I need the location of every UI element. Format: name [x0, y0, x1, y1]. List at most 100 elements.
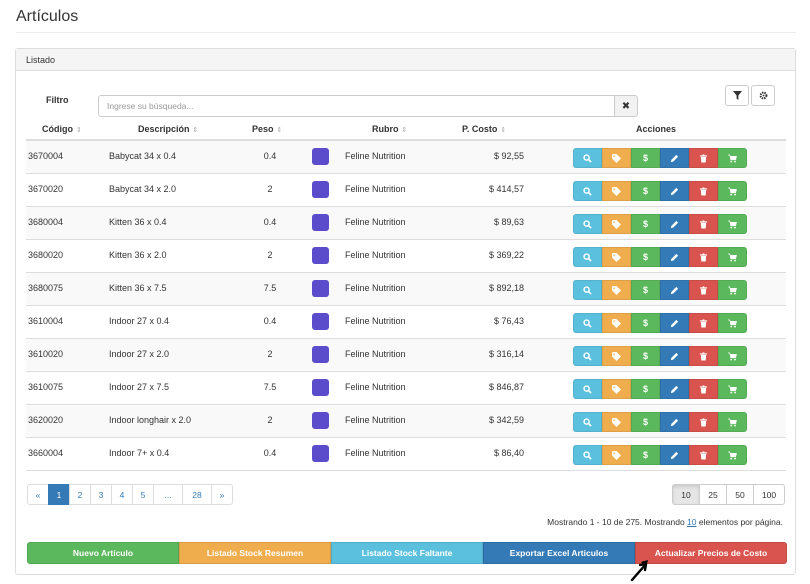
- column-header-rubro[interactable]: Rubro ⇕: [372, 124, 407, 134]
- articles-panel: Listado Filtro ✖ Código⇕ Descripción⇕ Pe…: [15, 48, 796, 575]
- trash-button[interactable]: [689, 379, 718, 399]
- page-size-option[interactable]: 10: [672, 484, 700, 505]
- search-button[interactable]: [573, 346, 602, 366]
- pencil-button[interactable]: [660, 445, 689, 465]
- cart-icon: [728, 187, 737, 196]
- cell-codigo: 3680020: [28, 250, 64, 260]
- pagination-prev[interactable]: «: [27, 484, 49, 505]
- pagination-page[interactable]: 1: [48, 484, 70, 505]
- trash-button[interactable]: [689, 313, 718, 333]
- cell-codigo: 3680075: [28, 283, 64, 293]
- search-button[interactable]: [573, 313, 602, 333]
- tag-button[interactable]: [602, 445, 631, 465]
- update-cost-prices-button[interactable]: Actualizar Precios de Costo: [635, 542, 787, 564]
- pencil-button[interactable]: [660, 247, 689, 267]
- dollar-button[interactable]: $: [631, 379, 660, 399]
- search-button[interactable]: [573, 379, 602, 399]
- pencil-button[interactable]: [660, 214, 689, 234]
- dollar-button[interactable]: $: [631, 148, 660, 168]
- cell-rubro: Feline Nutrition: [345, 316, 406, 326]
- pagination-page[interactable]: 4: [111, 484, 133, 505]
- dollar-button[interactable]: $: [631, 181, 660, 201]
- tag-button[interactable]: [602, 247, 631, 267]
- dollar-button[interactable]: $: [631, 247, 660, 267]
- search-input[interactable]: [98, 95, 615, 117]
- pencil-icon: [670, 286, 679, 295]
- cart-button[interactable]: [718, 346, 747, 366]
- trash-button[interactable]: [689, 445, 718, 465]
- toggle-filter-button[interactable]: [725, 85, 749, 106]
- search-button[interactable]: [573, 280, 602, 300]
- pencil-button[interactable]: [660, 280, 689, 300]
- page-size-option[interactable]: 100: [753, 484, 785, 505]
- pagination-page[interactable]: 28: [182, 484, 212, 505]
- pencil-button[interactable]: [660, 412, 689, 432]
- column-header-descripcion[interactable]: Descripción ⇕: [138, 124, 198, 134]
- new-article-button[interactable]: Nuevo Artículo: [27, 542, 179, 564]
- tag-button[interactable]: [602, 148, 631, 168]
- trash-button[interactable]: [689, 148, 718, 168]
- page-size-option[interactable]: 25: [699, 484, 727, 505]
- cart-button[interactable]: [718, 379, 747, 399]
- search-button[interactable]: [573, 214, 602, 234]
- cart-button[interactable]: [718, 247, 747, 267]
- tag-button[interactable]: [602, 346, 631, 366]
- dollar-button[interactable]: $: [631, 313, 660, 333]
- cart-button[interactable]: [718, 148, 747, 168]
- trash-icon: [699, 219, 708, 229]
- trash-button[interactable]: [689, 412, 718, 432]
- search-button[interactable]: [573, 412, 602, 432]
- cart-button[interactable]: [718, 445, 747, 465]
- cart-button[interactable]: [718, 280, 747, 300]
- dollar-button[interactable]: $: [631, 346, 660, 366]
- per-page-link[interactable]: 10: [687, 517, 696, 527]
- search-button[interactable]: [573, 445, 602, 465]
- cell-codigo: 3610004: [28, 316, 64, 326]
- export-excel-button[interactable]: Exportar Excel Articulos: [483, 542, 635, 564]
- dollar-button[interactable]: $: [631, 412, 660, 432]
- dollar-button[interactable]: $: [631, 280, 660, 300]
- pagination-next[interactable]: »: [211, 484, 233, 505]
- column-header-peso[interactable]: Peso ⇕: [252, 124, 282, 134]
- column-header-costo[interactable]: P. Costo ⇕: [462, 124, 506, 134]
- pagination-page[interactable]: 5: [132, 484, 154, 505]
- dollar-icon: $: [642, 384, 648, 394]
- column-header-codigo[interactable]: Código ⇕: [42, 124, 82, 134]
- tag-button[interactable]: [602, 214, 631, 234]
- trash-button[interactable]: [689, 214, 718, 234]
- cart-button[interactable]: [718, 181, 747, 201]
- trash-button[interactable]: [689, 247, 718, 267]
- mouse-pointer-icon: [630, 560, 648, 582]
- column-settings-button[interactable]: [751, 85, 775, 106]
- pencil-button[interactable]: [660, 181, 689, 201]
- pencil-button[interactable]: [660, 148, 689, 168]
- cart-button[interactable]: [718, 313, 747, 333]
- pencil-button[interactable]: [660, 346, 689, 366]
- dollar-button[interactable]: $: [631, 445, 660, 465]
- search-button[interactable]: [573, 181, 602, 201]
- pagination-page[interactable]: ...: [153, 484, 183, 505]
- trash-button[interactable]: [689, 346, 718, 366]
- pencil-button[interactable]: [660, 313, 689, 333]
- cart-button[interactable]: [718, 412, 747, 432]
- search-button[interactable]: [573, 247, 602, 267]
- tag-button[interactable]: [602, 313, 631, 333]
- tag-button[interactable]: [602, 181, 631, 201]
- tag-button[interactable]: [602, 280, 631, 300]
- trash-button[interactable]: [689, 280, 718, 300]
- page-size-option[interactable]: 50: [726, 484, 754, 505]
- missing-stock-button[interactable]: Listado Stock Faltante: [331, 542, 483, 564]
- trash-button[interactable]: [689, 181, 718, 201]
- pencil-button[interactable]: [660, 379, 689, 399]
- clear-filter-button[interactable]: ✖: [614, 95, 638, 117]
- pagination-page[interactable]: 2: [69, 484, 91, 505]
- tag-button[interactable]: [602, 379, 631, 399]
- tag-button[interactable]: [602, 412, 631, 432]
- stock-summary-button[interactable]: Listado Stock Resumen: [179, 542, 331, 564]
- search-button[interactable]: [573, 148, 602, 168]
- dollar-button[interactable]: $: [631, 214, 660, 234]
- cart-button[interactable]: [718, 214, 747, 234]
- pagination-page[interactable]: 3: [90, 484, 112, 505]
- cell-rubro: Feline Nutrition: [345, 448, 406, 458]
- trash-icon: [699, 384, 708, 394]
